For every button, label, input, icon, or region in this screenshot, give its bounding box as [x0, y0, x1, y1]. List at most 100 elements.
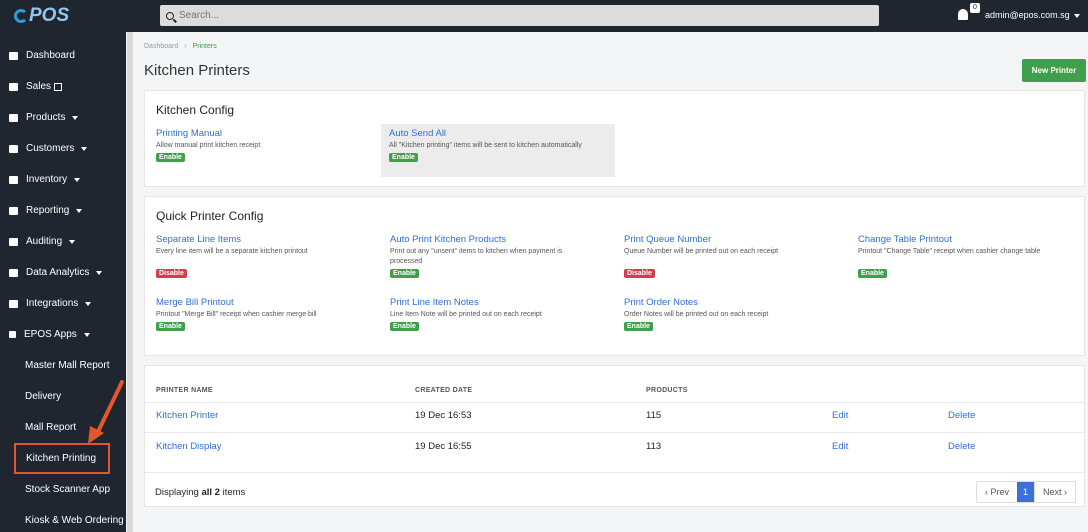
config-item-title[interactable]: Print Queue Number — [624, 234, 854, 245]
search-icon — [166, 11, 174, 20]
sidebar-item-label: Inventory — [26, 174, 68, 185]
config-item-title[interactable]: Auto Send All — [389, 128, 607, 139]
chevron-down-icon — [72, 115, 79, 120]
sidebar-item-label: Reporting — [26, 205, 70, 216]
status-badge[interactable]: Disable — [624, 269, 655, 278]
new-printer-button[interactable]: New Printer — [1022, 59, 1086, 82]
table-footer: Displaying all 2 items — [155, 487, 245, 498]
sidebar-item-integrations[interactable]: Integrations — [0, 288, 126, 319]
breadcrumb: Dashboard › Printers — [144, 43, 217, 50]
sidebar-item-label: Data Analytics — [26, 267, 90, 278]
chevron-down-icon — [96, 270, 103, 275]
delete-link[interactable]: Delete — [948, 410, 975, 421]
status-badge[interactable]: Enable — [156, 322, 185, 331]
logo-text: POS — [29, 5, 70, 26]
sidebar-item-mall-report[interactable]: Mall Report — [0, 412, 126, 443]
status-badge[interactable]: Enable — [390, 269, 419, 278]
sidebar-item-master-mall-report[interactable]: Master Mall Report — [0, 350, 126, 381]
config-item-desc: Line Item Note will be printed out on ea… — [390, 311, 542, 318]
sidebar-scrollbar[interactable] — [127, 32, 133, 532]
quick-printer-config-card: Quick Printer Config Separate Line Items… — [144, 196, 1085, 356]
status-badge[interactable]: Enable — [624, 322, 653, 331]
chevron-down-icon — [76, 208, 83, 213]
sidebar-item-epos-apps[interactable]: EPOS Apps — [0, 319, 126, 350]
created-date: 19 Dec 16:53 — [415, 410, 472, 421]
users-icon — [9, 144, 18, 153]
breadcrumb-root[interactable]: Dashboard — [144, 43, 178, 50]
config-item-merge-bill-printout[interactable]: Merge Bill Printout Printout "Merge Bill… — [156, 297, 386, 331]
config-item-print-queue-number[interactable]: Print Queue Number Queue Number will be … — [624, 234, 854, 278]
user-email: admin@epos.com.sg — [985, 10, 1070, 20]
sidebar-item-customers[interactable]: Customers — [0, 133, 126, 164]
app-logo[interactable]: POS — [0, 5, 127, 27]
delete-link[interactable]: Delete — [948, 441, 975, 452]
edit-link[interactable]: Edit — [832, 441, 848, 452]
footer-count: all 2 — [201, 487, 220, 498]
sidebar-item-dashboard[interactable]: Dashboard — [0, 40, 126, 71]
sidebar-item-auditing[interactable]: Auditing — [0, 226, 126, 257]
status-badge[interactable]: Enable — [156, 153, 185, 162]
products-count: 115 — [646, 410, 662, 421]
config-item-title[interactable]: Change Table Printout — [858, 234, 1088, 245]
prev-page-button[interactable]: ‹ Prev — [977, 482, 1017, 502]
search-bar[interactable] — [160, 5, 879, 26]
config-item-title[interactable]: Print Order Notes — [624, 297, 854, 308]
analytics-icon — [9, 268, 18, 277]
sidebar-item-delivery[interactable]: Delivery — [0, 381, 126, 412]
edit-link[interactable]: Edit — [832, 410, 848, 421]
sidebar-item-label: Kiosk & Web Ordering — [25, 515, 124, 526]
sidebar-item-sales[interactable]: Sales — [0, 71, 126, 102]
pagination: ‹ Prev 1 Next › — [976, 481, 1077, 503]
status-badge[interactable]: Enable — [858, 269, 887, 278]
sidebar-item-kiosk-web-ordering[interactable]: Kiosk & Web Ordering — [0, 505, 126, 532]
config-item-auto-send-all[interactable]: Auto Send All All "Kitchen printing" ite… — [381, 124, 615, 177]
config-item-desc: Queue Number will be printed out on each… — [624, 248, 779, 255]
sidebar-item-kitchen-printing[interactable]: Kitchen Printing — [14, 443, 110, 474]
sidebar-item-label: Customers — [26, 143, 75, 154]
printer-name-link[interactable]: Kitchen Printer — [156, 410, 218, 421]
cart-icon — [9, 82, 18, 91]
config-item-separate-line-items[interactable]: Separate Line Items Every line item will… — [156, 234, 386, 278]
inventory-icon — [9, 175, 18, 184]
status-badge[interactable]: Disable — [156, 269, 187, 278]
config-item-title[interactable]: Print Line Item Notes — [390, 297, 620, 308]
config-item-print-line-item-notes[interactable]: Print Line Item Notes Line Item Note wil… — [390, 297, 620, 331]
config-item-desc: Every line item will be a separate kitch… — [156, 248, 308, 255]
page-1-button[interactable]: 1 — [1017, 482, 1035, 502]
sidebar-item-label: Delivery — [25, 391, 62, 402]
status-badge[interactable]: Enable — [389, 153, 418, 162]
config-item-title[interactable]: Printing Manual — [156, 128, 386, 139]
user-menu[interactable]: admin@epos.com.sg — [985, 10, 1080, 20]
main-content: Dashboard › Printers Kitchen Printers New … — [134, 32, 1088, 532]
plus-icon — [9, 331, 16, 338]
sidebar-item-products[interactable]: Products — [0, 102, 126, 133]
sidebar-item-label: Stock Scanner App — [25, 484, 111, 495]
search-input[interactable] — [179, 10, 859, 21]
sidebar-item-inventory[interactable]: Inventory — [0, 164, 126, 195]
chevron-down-icon — [81, 146, 88, 151]
kitchen-config-title: Kitchen Config — [156, 103, 235, 117]
bell-icon[interactable] — [958, 9, 968, 20]
config-item-title[interactable]: Separate Line Items — [156, 234, 386, 245]
table-divider — [145, 472, 1084, 473]
config-item-title[interactable]: Merge Bill Printout — [156, 297, 386, 308]
status-badge[interactable]: Enable — [390, 322, 419, 331]
config-item-change-table-printout[interactable]: Change Table Printout Printout "Change T… — [858, 234, 1088, 278]
logo-mark — [14, 9, 28, 23]
sidebar-item-label: EPOS Apps — [24, 329, 77, 340]
config-item-auto-print-kitchen-products[interactable]: Auto Print Kitchen Products Print out an… — [390, 234, 590, 278]
chevron-down-icon — [74, 177, 81, 182]
config-item-print-order-notes[interactable]: Print Order Notes Order Notes will be pr… — [624, 297, 854, 331]
config-item-printing-manual[interactable]: Printing Manual Allow manual print kitch… — [156, 128, 386, 162]
breadcrumb-current: Printers — [192, 43, 217, 50]
printers-table: PRINTER NAME CREATED DATE PRODUCTS Kitch… — [144, 365, 1085, 507]
top-bar: POS 0 admin@epos.com.sg — [0, 0, 1088, 32]
config-item-title[interactable]: Auto Print Kitchen Products — [390, 234, 590, 245]
sidebar-item-reporting[interactable]: Reporting — [0, 195, 126, 226]
footer-prefix: Displaying — [155, 487, 199, 498]
sidebar-item-stock-scanner-app[interactable]: Stock Scanner App — [0, 474, 126, 505]
config-item-desc: Printout "Change Table" receipt when cas… — [858, 248, 1041, 255]
next-page-button[interactable]: Next › — [1034, 482, 1075, 502]
printer-name-link[interactable]: Kitchen Display — [156, 441, 221, 452]
sidebar-item-data-analytics[interactable]: Data Analytics — [0, 257, 126, 288]
